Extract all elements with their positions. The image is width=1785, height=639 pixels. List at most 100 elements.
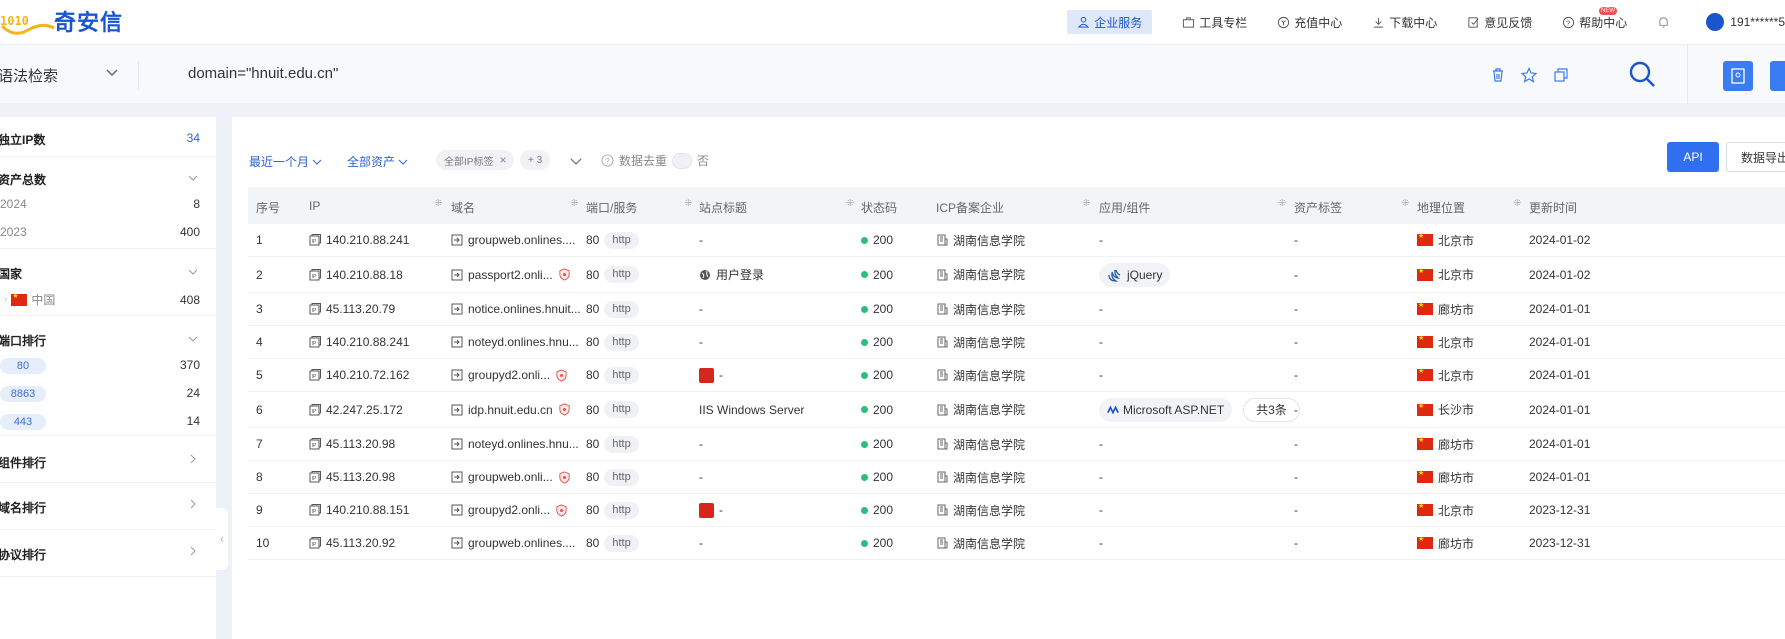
port-cell[interactable]: 80 http	[586, 293, 639, 325]
column-drag-handle-icon[interactable]: ⁜	[846, 198, 854, 209]
table-row[interactable]: 10 IP 45.113.20.92 groupweb.onlines.... 80 ht…	[248, 527, 1785, 560]
table-row[interactable]: 1 IP 140.210.88.241 groupweb.onlines.... 80 h…	[248, 224, 1785, 257]
domain-cell[interactable]: groupyd2.onli...	[451, 494, 568, 526]
nav-recharge[interactable]: 充值中心	[1277, 10, 1342, 34]
port-cell[interactable]: 80 http	[586, 461, 639, 493]
column-drag-handle-icon[interactable]: ⁜	[1082, 198, 1090, 209]
ip-cell[interactable]: IP 45.113.20.98	[309, 461, 395, 493]
port-cell[interactable]: 80 http	[586, 428, 639, 460]
nav-download[interactable]: 下载中心	[1372, 10, 1437, 34]
component-rank-section[interactable]: 组件排行	[0, 436, 216, 483]
port-row[interactable]: 443 14	[0, 414, 200, 430]
column-header[interactable]: ICP备案企业	[936, 199, 1004, 216]
protocol-rank-section[interactable]: 协议排行	[0, 530, 216, 577]
qianxin-logo[interactable]: 1010 奇安信	[0, 4, 123, 38]
nav-help[interactable]: ? 帮助中心	[1562, 10, 1627, 34]
column-header[interactable]: 地理位置	[1417, 199, 1465, 216]
column-header[interactable]: IP	[309, 199, 320, 213]
column-header[interactable]: 站点标题	[699, 199, 747, 216]
copy-icon[interactable]	[1553, 67, 1569, 83]
port-row[interactable]: 8863 24	[0, 386, 200, 402]
domain-cell[interactable]: groupyd2.onli...	[451, 359, 568, 391]
ip-cell[interactable]: IP 140.210.72.162	[309, 359, 409, 391]
ip-cell[interactable]: IP 45.113.20.79	[309, 293, 395, 325]
icp-cell[interactable]: 湖南信息学院	[936, 494, 1025, 526]
column-header[interactable]: 状态码	[861, 199, 897, 216]
column-drag-handle-icon[interactable]: ⁜	[570, 198, 578, 209]
column-drag-handle-icon[interactable]: ⁜	[684, 198, 692, 209]
column-header[interactable]: 端口/服务	[586, 199, 637, 216]
domain-cell[interactable]: notice.onlines.hnuit...	[451, 293, 581, 325]
star-icon[interactable]	[1521, 67, 1537, 83]
table-row[interactable]: 8 IP 45.113.20.98 groupweb.onli... 80 http - 20…	[248, 461, 1785, 494]
ip-tag-chip[interactable]: 全部IP标签 ×	[436, 150, 515, 170]
column-header[interactable]: 序号	[256, 199, 280, 216]
icp-cell[interactable]: 湖南信息学院	[936, 359, 1025, 391]
table-row[interactable]: 2 IP 140.210.88.18 passport2.onli... 80 http 用…	[248, 257, 1785, 293]
column-header[interactable]: 应用/组件	[1099, 199, 1150, 216]
component-pill[interactable]: Microsoft ASP.NET	[1099, 397, 1233, 422]
nav-toolbox[interactable]: 工具专栏	[1182, 10, 1247, 34]
asset-type-filter[interactable]: 全部资产	[347, 153, 408, 170]
icp-cell[interactable]: 湖南信息学院	[936, 428, 1025, 460]
unique-ip-count[interactable]: 34	[187, 131, 200, 145]
country-row[interactable]: › 中国 408	[0, 291, 200, 308]
port-row[interactable]: 80 370	[0, 358, 200, 374]
history-button[interactable]	[1770, 61, 1785, 91]
domain-cell[interactable]: noteyd.onlines.hnu...	[451, 326, 579, 358]
chevron-down-icon[interactable]	[188, 173, 198, 183]
domain-cell[interactable]: noteyd.onlines.hnu...	[451, 428, 579, 460]
ip-cell[interactable]: IP 45.113.20.98	[309, 428, 395, 460]
time-range-filter[interactable]: 最近一个月	[249, 153, 322, 170]
toggle-switch[interactable]	[672, 152, 693, 169]
chevron-down-icon[interactable]	[188, 334, 198, 344]
ip-cell[interactable]: IP 140.210.88.151	[309, 494, 409, 526]
api-button[interactable]: API	[1667, 142, 1719, 172]
table-row[interactable]: 7 IP 45.113.20.98 noteyd.onlines.hnu... 80 ht…	[248, 428, 1785, 461]
tag-more-chip[interactable]: + 3	[520, 150, 551, 170]
ip-cell[interactable]: IP 45.113.20.92	[309, 527, 395, 559]
domain-cell[interactable]: groupweb.onlines....	[451, 224, 575, 256]
icp-cell[interactable]: 湖南信息学院	[936, 392, 1025, 427]
icp-cell[interactable]: 湖南信息学院	[936, 326, 1025, 358]
column-drag-handle-icon[interactable]: ⁜	[1278, 198, 1286, 209]
icp-cell[interactable]: 湖南信息学院	[936, 461, 1025, 493]
chevron-down-icon[interactable]	[188, 267, 198, 277]
asset-year-row[interactable]: 2024 8	[0, 197, 200, 211]
domain-cell[interactable]: idp.hnuit.edu.cn	[451, 392, 571, 427]
column-header[interactable]: 更新时间	[1529, 199, 1577, 216]
table-row[interactable]: 4 IP 140.210.88.241 noteyd.onlines.hnu... 80…	[248, 326, 1785, 359]
column-drag-handle-icon[interactable]: ⁜	[434, 198, 442, 209]
port-cell[interactable]: 80 http	[586, 392, 639, 427]
export-button[interactable]: 数据导出	[1726, 142, 1785, 172]
notification-bell[interactable]	[1657, 10, 1670, 34]
ip-cell[interactable]: IP 42.247.25.172	[309, 392, 403, 427]
component-more-button[interactable]: 共3条	[1243, 397, 1300, 422]
column-drag-handle-icon[interactable]: ⁜	[1401, 198, 1409, 209]
domain-cell[interactable]: passport2.onli...	[451, 257, 571, 292]
table-row[interactable]: 6 IP 42.247.25.172 idp.hnuit.edu.cn 80 http II…	[248, 392, 1785, 428]
sidebar-collapse-toggle[interactable]: ‹	[216, 508, 228, 570]
chevron-down-icon[interactable]	[570, 158, 582, 166]
nav-enterprise-service[interactable]: 企业服务	[1067, 10, 1153, 34]
trash-icon[interactable]	[1490, 67, 1506, 83]
port-cell[interactable]: 80 http	[586, 224, 639, 256]
dedupe-toggle[interactable]: ? 数据去重 否	[601, 152, 709, 169]
search-icon[interactable]	[1628, 60, 1656, 88]
asset-year-row[interactable]: 2023 400	[0, 225, 200, 239]
icp-cell[interactable]: 湖南信息学院	[936, 224, 1025, 256]
ip-cell[interactable]: IP 140.210.88.241	[309, 326, 409, 358]
nav-feedback[interactable]: 意见反馈	[1467, 10, 1532, 34]
column-header[interactable]: 域名	[451, 199, 475, 216]
icp-cell[interactable]: 湖南信息学院	[936, 293, 1025, 325]
domain-rank-section[interactable]: 域名排行	[0, 483, 216, 530]
port-cell[interactable]: 80 http	[586, 494, 639, 526]
ip-cell[interactable]: IP 140.210.88.18	[309, 257, 403, 292]
table-row[interactable]: 5 IP 140.210.72.162 groupyd2.onli... 80 http -…	[248, 359, 1785, 392]
search-input[interactable]: domain="hnuit.edu.cn"	[188, 65, 1388, 82]
bookmark-button[interactable]	[1723, 61, 1753, 91]
column-header[interactable]: 资产标签	[1294, 199, 1342, 216]
column-drag-handle-icon[interactable]: ⁜	[1513, 198, 1521, 209]
component-pill[interactable]: jQuery	[1099, 262, 1171, 287]
domain-cell[interactable]: groupweb.onlines....	[451, 527, 575, 559]
